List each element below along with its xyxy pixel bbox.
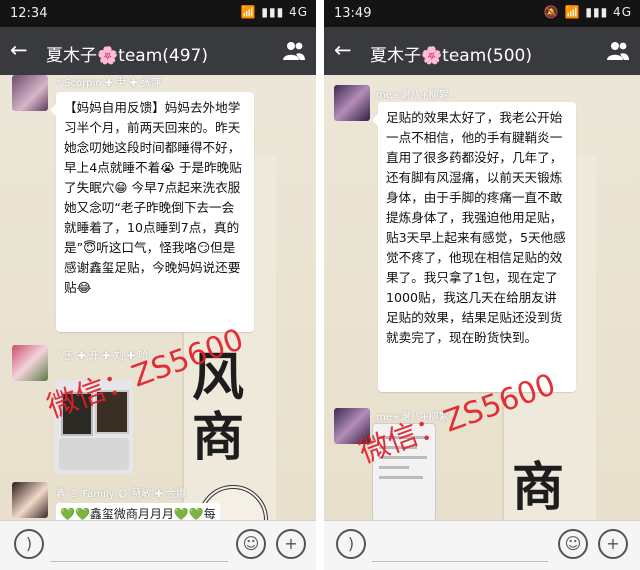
sender-name: 鑫 ® Family 😷 慧敏 ✚ 金娜	[56, 489, 187, 500]
group-members-icon[interactable]	[282, 40, 306, 62]
message-bubble[interactable]: 足贴的效果太好了，我老公开始一点不相信，他的手有腱鞘炎一直用了很多药都没好，几年…	[372, 102, 576, 392]
sender-name: me+谢八+柳絮	[376, 90, 449, 101]
flower-icon: 🌸	[421, 46, 443, 66]
plus-icon[interactable]: +	[598, 529, 628, 559]
input-bar: ) ☺ +	[324, 520, 640, 570]
status-icons: 🔕 📶 ▮▮▮ 4G	[543, 5, 632, 19]
poster-char: 商	[192, 407, 245, 468]
group-members-icon[interactable]	[606, 40, 630, 62]
title-name: 夏木子	[370, 46, 421, 66]
voice-icon[interactable]: )	[14, 529, 44, 559]
title-team: team(497)	[118, 46, 208, 66]
avatar[interactable]	[12, 345, 48, 381]
chat-area[interactable]: 风 商 * Scorpio ✚ 尹 ✚ 张萍 【妈妈自用反馈】妈妈去外地学习半个…	[0, 75, 316, 520]
message-input[interactable]	[50, 561, 228, 562]
status-bar: 12:34 📶 ▮▮▮ 4G	[0, 0, 316, 27]
message-input[interactable]	[372, 561, 548, 562]
emoji-icon[interactable]: ☺	[558, 529, 588, 559]
right-phone-screen: 13:49 🔕 📶 ▮▮▮ 4G ← 夏木子🌸team(500) 商 me+谢八…	[324, 0, 640, 570]
screenshot-text-line	[379, 466, 409, 469]
message-text: 【妈妈自用反馈】妈妈去外地学习半个月，前两天回来的。昨天她念叨她这段时间都睡得不…	[64, 100, 242, 295]
left-phone-screen: 12:34 📶 ▮▮▮ 4G ← 夏木子🌸team(497) 风 商 * Sco…	[0, 0, 316, 570]
flower-icon: 🌸	[97, 46, 119, 66]
sender-name: * Scorpio ✚ 尹 ✚ 张萍	[56, 78, 161, 89]
status-bar: 13:49 🔕 📶 ▮▮▮ 4G	[324, 0, 640, 27]
avatar[interactable]	[334, 85, 370, 121]
avatar[interactable]	[12, 482, 48, 518]
avatar[interactable]	[12, 75, 48, 111]
title-team: team(500)	[442, 46, 532, 66]
divider	[316, 0, 324, 570]
message-text: 足贴的效果太好了，我老公开始一点不相信，他的手有腱鞘炎一直用了很多药都没好，几年…	[386, 110, 566, 345]
status-time: 13:49	[334, 6, 372, 21]
group-title: 夏木子🌸team(500)	[370, 41, 532, 66]
chat-header: ← 夏木子🌸team(500)	[324, 27, 640, 75]
group-title: 夏木子🌸team(497)	[46, 41, 208, 66]
chat-header: ← 夏木子🌸team(497)	[0, 27, 316, 75]
message-bubble[interactable]: 【妈妈自用反馈】妈妈去外地学习半个月，前两天回来的。昨天她念叨她这段时间都睡得不…	[50, 92, 254, 332]
status-time: 12:34	[10, 6, 48, 21]
chat-area[interactable]: 商 me+谢八+柳絮 足贴的效果太好了，我老公开始一点不相信，他的手有腱鞘炎一直…	[324, 75, 640, 520]
input-bar: ) ☺ +	[0, 520, 316, 570]
back-arrow-icon[interactable]: ←	[334, 37, 352, 63]
title-name: 夏木子	[46, 46, 97, 66]
screenshot-text-line	[379, 476, 423, 479]
emoji-icon[interactable]: ☺	[236, 529, 266, 559]
back-arrow-icon[interactable]: ←	[10, 37, 28, 63]
status-icons: 📶 ▮▮▮ 4G	[240, 5, 308, 19]
plus-icon[interactable]: +	[276, 529, 306, 559]
voice-icon[interactable]: )	[336, 529, 366, 559]
sticker-image	[59, 438, 129, 470]
poster-char: 商	[512, 457, 565, 518]
message-bubble[interactable]: 💚💚鑫玺微商月月月💚💚每	[56, 503, 220, 520]
